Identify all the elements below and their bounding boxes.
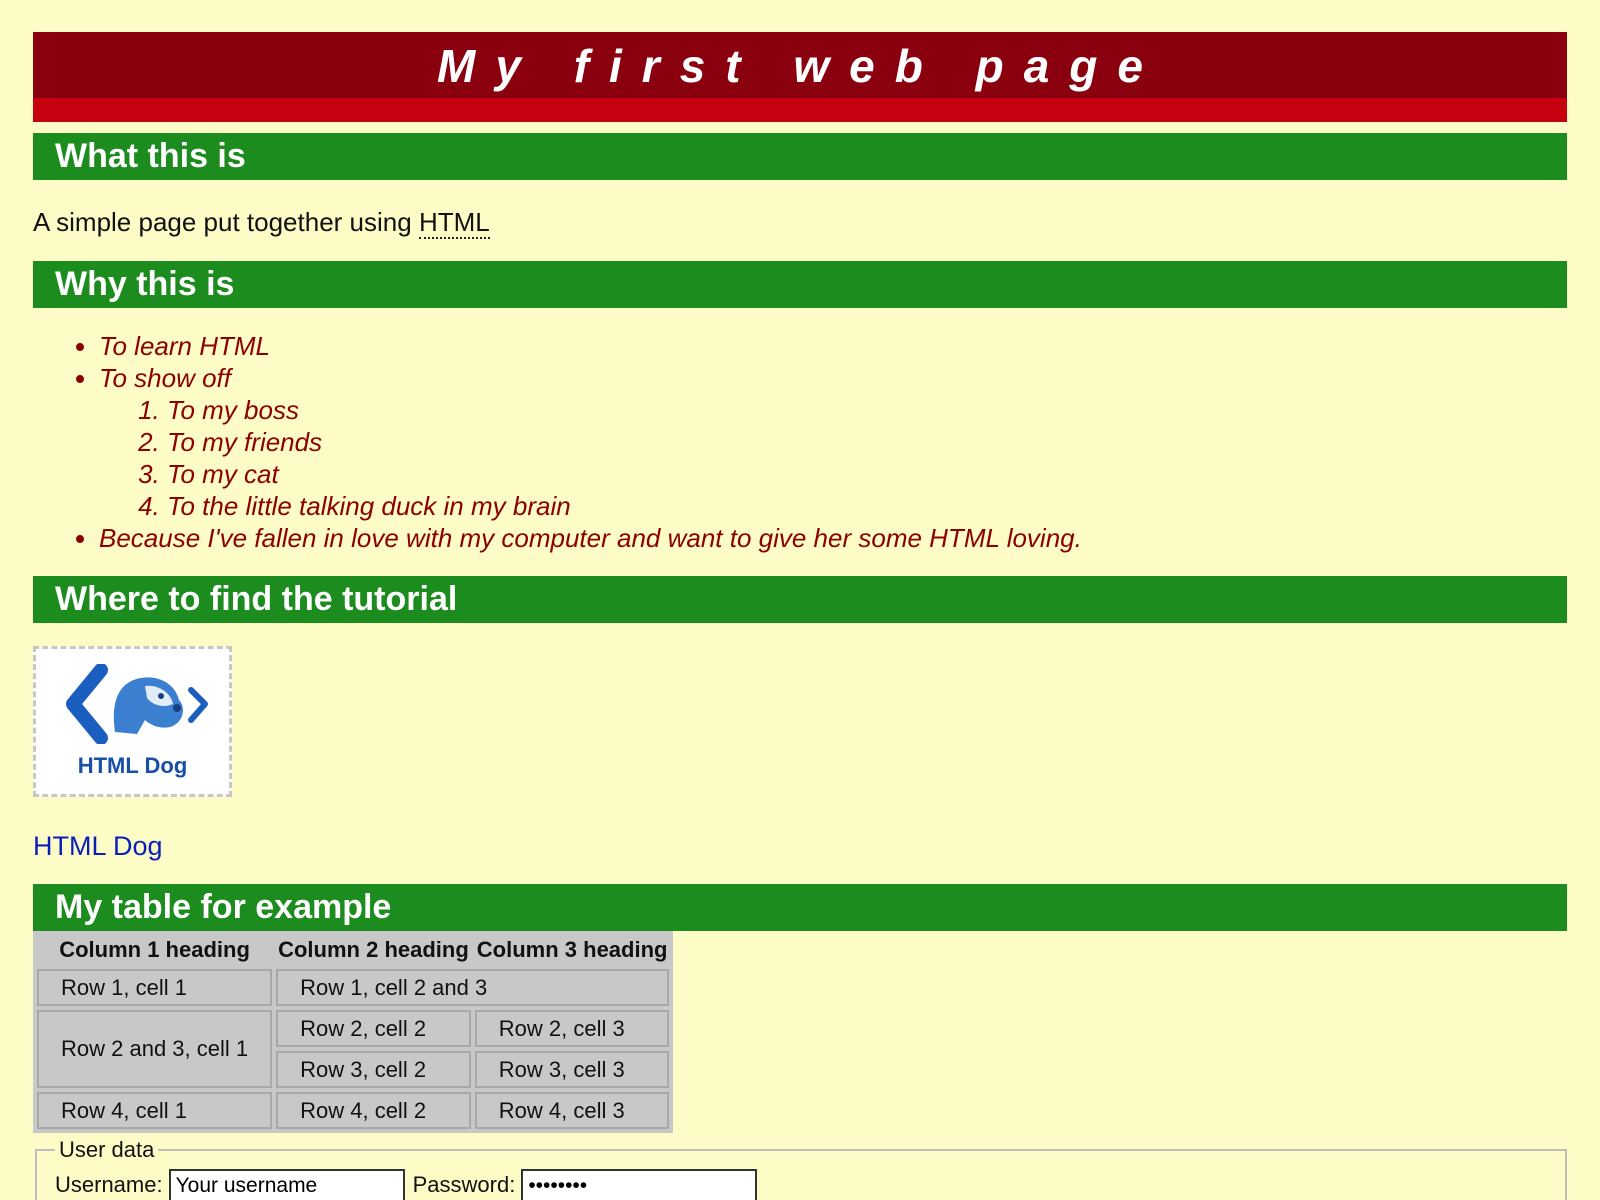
page: My first web page What this is A simple … <box>0 0 1600 1200</box>
html-abbr: HTML <box>418 207 490 239</box>
intro-text: A simple page put together using <box>33 207 419 237</box>
list-item: To show off To my boss To my friends To … <box>99 362 1567 522</box>
list-item-label: To show off <box>99 363 232 393</box>
fieldset-legend: User data <box>59 1137 155 1162</box>
logo-inner: HTML Dog <box>53 663 213 779</box>
password-label: Password: <box>412 1171 516 1197</box>
table-cell: Row 2, cell 3 <box>474 1010 670 1047</box>
intro-paragraph: A simple page put together using HTML <box>33 207 1567 239</box>
column-heading: Column 3 heading <box>476 937 668 962</box>
page-banner: My first web page <box>33 32 1567 122</box>
table-cell: Row 4, cell 3 <box>474 1092 670 1129</box>
table-cell: Row 1, cell 1 <box>37 969 273 1006</box>
reasons-list: To learn HTML To show off To my boss To … <box>33 330 1567 554</box>
column-heading: Column 2 heading <box>278 937 469 962</box>
table-cell: Row 4, cell 2 <box>276 1092 471 1129</box>
heading-table: My table for example <box>33 884 1567 931</box>
column-heading: Column 1 heading <box>59 937 250 962</box>
html-dog-link[interactable]: HTML Dog <box>33 831 163 862</box>
table-cell: Row 4, cell 1 <box>37 1092 273 1129</box>
sublist-item: To my boss <box>167 394 1567 426</box>
sublist-item: To the little talking duck in my brain <box>167 490 1567 522</box>
table-row: Row 2 and 3, cell 1 Row 2, cell 2 Row 2,… <box>37 1010 670 1088</box>
table-cell: Row 3, cell 2 <box>276 1051 471 1088</box>
password-input[interactable] <box>521 1169 758 1200</box>
table-row: Row 1, cell 1 Row 1, cell 2 and 3 <box>37 969 670 1006</box>
list-item: To learn HTML <box>99 330 1567 362</box>
username-input[interactable] <box>168 1169 405 1200</box>
sublist-item: To my friends <box>167 426 1567 458</box>
user-data-fieldset: User data Username: Password: <box>35 1137 1567 1200</box>
table-cell: Row 3, cell 3 <box>474 1051 670 1088</box>
heading-where: Where to find the tutorial <box>33 576 1567 623</box>
username-label: Username: <box>55 1171 163 1197</box>
table-cell: Row 2, cell 2 <box>276 1010 471 1047</box>
table-row: Row 4, cell 1 Row 4, cell 2 Row 4, cell … <box>37 1092 670 1129</box>
table-cell: Row 2 and 3, cell 1 <box>37 1010 273 1088</box>
list-item: Because I've fallen in love with my comp… <box>99 522 1567 554</box>
heading-what: What this is <box>33 133 1567 180</box>
page-title: My first web page <box>437 40 1163 92</box>
table-header-row: Column 1 heading Column 2 heading Column… <box>37 935 669 965</box>
dog-code-icon <box>65 663 208 745</box>
heading-why: Why this is <box>33 261 1567 308</box>
show-off-sublist: To my boss To my friends To my cat To th… <box>99 394 1567 522</box>
sublist-item: To my cat <box>167 458 1567 490</box>
table-cell: Row 1, cell 2 and 3 <box>276 969 670 1006</box>
banner-stripe <box>33 98 1567 122</box>
example-table: Column 1 heading Column 2 heading Column… <box>33 931 674 1133</box>
logo-text: HTML Dog <box>77 753 188 778</box>
html-dog-logo: HTML Dog <box>33 646 232 797</box>
